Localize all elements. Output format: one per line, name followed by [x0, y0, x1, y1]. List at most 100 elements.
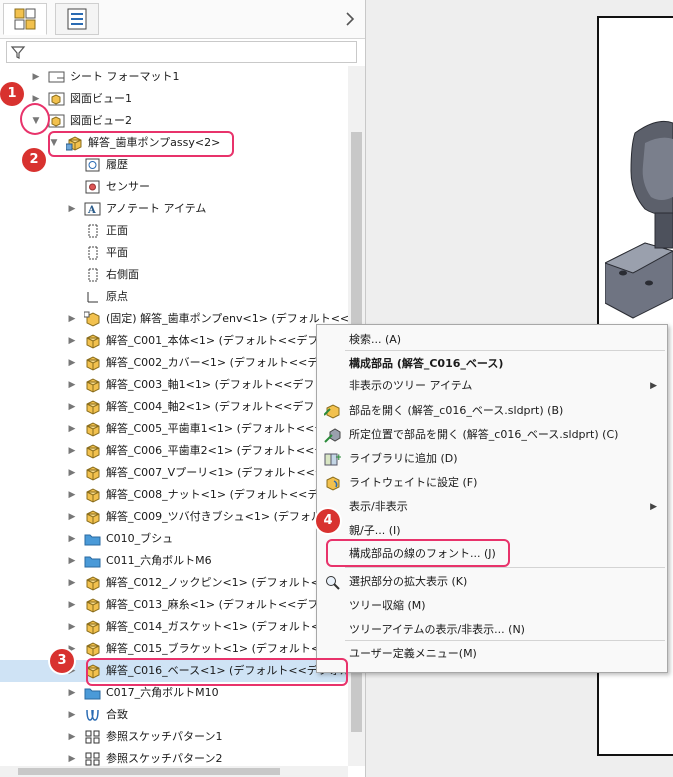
tree-row[interactable]: ▶ 解答_C006_平歯車2<1> (デフォルト<<デ: [0, 440, 348, 462]
tree-row[interactable]: ▶ 解答_C013_麻糸<1> (デフォルト<<デフォル: [0, 594, 348, 616]
expand-arrow-icon[interactable]: ▶: [66, 374, 78, 396]
featuremanager-tree-icon: [14, 8, 36, 30]
tree-item-label: 解答_C015_ブラケット<1> (デフォルト<<デ: [106, 642, 341, 655]
propertymanager-tab[interactable]: [55, 3, 99, 35]
tree-row[interactable]: ▶ C010_ブシュ: [0, 528, 348, 550]
expand-arrow-icon[interactable]: ▶: [66, 396, 78, 418]
tree-row[interactable]: ▶ C011_六角ボルトM6: [0, 550, 348, 572]
tree-row[interactable]: ▶ 解答_C001_本体<1> (デフォルト<<デフォル: [0, 330, 348, 352]
menu-item[interactable]: 非表示のツリー アイテム ▶: [317, 374, 667, 398]
plane-icon: [84, 267, 101, 283]
expand-arrow-icon[interactable]: ▶: [66, 594, 78, 616]
tree-row[interactable]: ▶ 解答_C009_ツバ付きブシュ<1> (デフォルト<: [0, 506, 348, 528]
tree-row[interactable]: ▶ 解答_C003_軸1<1> (デフォルト<<デフォル: [0, 374, 348, 396]
menu-item[interactable]: 選択部分の拡大表示 (K): [317, 570, 667, 594]
drawing-view-icon: [48, 113, 65, 129]
expand-arrow-icon[interactable]: ▶: [66, 726, 78, 748]
menu-item[interactable]: ライトウェイトに設定 (F): [317, 471, 667, 495]
menu-item[interactable]: ユーザー定義メニュー(M): [317, 642, 667, 666]
sheet-format-icon: [48, 69, 65, 85]
expand-arrow-icon[interactable]: ▶: [66, 506, 78, 528]
expand-arrow-icon[interactable]: ▶: [66, 682, 78, 704]
menu-item-label: ライトウェイトに設定 (F): [349, 476, 478, 489]
part-icon: [84, 641, 101, 657]
tree-item-label: 解答_C007_Vプーリ<1> (デフォルト<<デフ: [106, 466, 337, 479]
tree-row[interactable]: 原点: [0, 286, 348, 308]
expand-arrow-icon[interactable]: ▶: [66, 550, 78, 572]
tree-row[interactable]: ▼ 図面ビュー2: [0, 110, 348, 132]
tree-row[interactable]: 履歴: [0, 154, 348, 176]
expand-arrow-icon[interactable]: ▶: [66, 748, 78, 766]
tree-row[interactable]: ▶ 合致: [0, 704, 348, 726]
tree-row[interactable]: センサー: [0, 176, 348, 198]
menu-item[interactable]: 表示/非表示 ▶: [317, 495, 667, 519]
assembly-view-graphic: [605, 120, 673, 319]
expand-arrow-icon[interactable]: ▶: [66, 616, 78, 638]
tree-item-label: 図面ビュー1: [70, 92, 132, 105]
annotation-icon: A: [84, 201, 101, 217]
part-icon: [84, 399, 101, 415]
menu-item[interactable]: 検索... (A): [317, 328, 667, 352]
chevron-right-icon[interactable]: [343, 9, 357, 29]
menu-item[interactable]: 所定位置で部品を開く (解答_c016_ベース.sldprt) (C): [317, 423, 667, 447]
expand-arrow-icon[interactable]: ▶: [66, 704, 78, 726]
plane-icon: [84, 245, 101, 261]
expand-arrow-icon[interactable]: ▶: [66, 418, 78, 440]
part-icon: [84, 465, 101, 481]
expand-arrow-icon[interactable]: ▶: [66, 528, 78, 550]
tree-row[interactable]: ▶ 解答_C008_ナット<1> (デフォルト<<デフ: [0, 484, 348, 506]
annotation-highlight-line-font: [326, 539, 510, 567]
annotation-highlight-selected-component: [86, 658, 348, 686]
tree-row[interactable]: ▶ 解答_C007_Vプーリ<1> (デフォルト<<デフ: [0, 462, 348, 484]
expand-arrow-icon[interactable]: ▶: [66, 352, 78, 374]
tree-row[interactable]: 平面: [0, 242, 348, 264]
part-icon: [84, 421, 101, 437]
tree-item-label: 解答_C005_平歯車1<1> (デフォルト<<デ: [106, 422, 326, 435]
tree-item-label: 履歴: [106, 158, 128, 171]
tree-row[interactable]: 右側面: [0, 264, 348, 286]
menu-item[interactable]: ツリーアイテムの表示/非表示... (N): [317, 618, 667, 642]
tree-item-label: 解答_C012_ノックピン<1> (デフォルト<<デ: [106, 576, 341, 589]
tree-row[interactable]: ▶ 解答_C012_ノックピン<1> (デフォルト<<デ: [0, 572, 348, 594]
expand-arrow-icon[interactable]: ▶: [66, 572, 78, 594]
tree-row[interactable]: ▶ シート フォーマット1: [0, 66, 348, 88]
tree-row[interactable]: ▶ (固定) 解答_歯車ポンプenv<1> (デフォルト<<デ: [0, 308, 348, 330]
expand-arrow-icon[interactable]: ▶: [66, 308, 78, 330]
filter-icon[interactable]: [10, 44, 26, 60]
menu-item-label: 部品を開く (解答_c016_ベース.sldprt) (B): [349, 404, 564, 417]
tree-item-label: 解答_C014_ガスケット<1> (デフォルト<<デ: [106, 620, 341, 633]
part-icon: [84, 333, 101, 349]
tree-row[interactable]: ▶ 解答_C004_軸2<1> (デフォルト<<デフォル: [0, 396, 348, 418]
tree-row[interactable]: ▶ 参照スケッチパターン1: [0, 726, 348, 748]
horizontal-scroll-thumb[interactable]: [18, 768, 280, 775]
tree-row[interactable]: ▶ 解答_C002_カバー<1> (デフォルト<<デフォ: [0, 352, 348, 374]
plane-icon: [84, 223, 101, 239]
part-icon: [84, 619, 101, 635]
tree-item-label: 解答_C013_麻糸<1> (デフォルト<<デフォル: [106, 598, 341, 611]
tree-row[interactable]: ▶ 図面ビュー1: [0, 88, 348, 110]
history-icon: [84, 157, 101, 173]
menu-item[interactable]: + ライブラリに追加 (D): [317, 447, 667, 471]
tree-row[interactable]: 正面: [0, 220, 348, 242]
expand-arrow-icon[interactable]: ▶: [30, 66, 42, 88]
featuremanager-tab[interactable]: [3, 3, 47, 35]
tree-horizontal-scrollbar[interactable]: [0, 766, 348, 777]
tree-row[interactable]: ▶ 解答_C005_平歯車1<1> (デフォルト<<デ: [0, 418, 348, 440]
fixed-part-icon: [83, 311, 101, 327]
menu-item[interactable]: 部品を開く (解答_c016_ベース.sldprt) (B): [317, 399, 667, 423]
expand-arrow-icon[interactable]: ▶: [66, 198, 78, 220]
menu-item[interactable]: ツリー収縮 (M): [317, 594, 667, 618]
tree-item-label: 解答_C001_本体<1> (デフォルト<<デフォル: [106, 334, 341, 347]
tree-filter-input[interactable]: [6, 41, 357, 63]
tree-row[interactable]: ▶ 参照スケッチパターン2: [0, 748, 348, 766]
expand-arrow-icon[interactable]: ▶: [66, 440, 78, 462]
expand-arrow-icon[interactable]: ▶: [66, 484, 78, 506]
origin-icon: [84, 289, 101, 305]
expand-arrow-icon[interactable]: ▶: [66, 330, 78, 352]
tree-item-label: 解答_C008_ナット<1> (デフォルト<<デフ: [106, 488, 330, 501]
expand-arrow-icon[interactable]: ▶: [66, 462, 78, 484]
menu-separator: [345, 567, 665, 568]
tree-item-label: シート フォーマット1: [70, 70, 180, 83]
tree-row[interactable]: ▶ 解答_C014_ガスケット<1> (デフォルト<<デ: [0, 616, 348, 638]
tree-row[interactable]: ▶ A アノテート アイテム: [0, 198, 348, 220]
